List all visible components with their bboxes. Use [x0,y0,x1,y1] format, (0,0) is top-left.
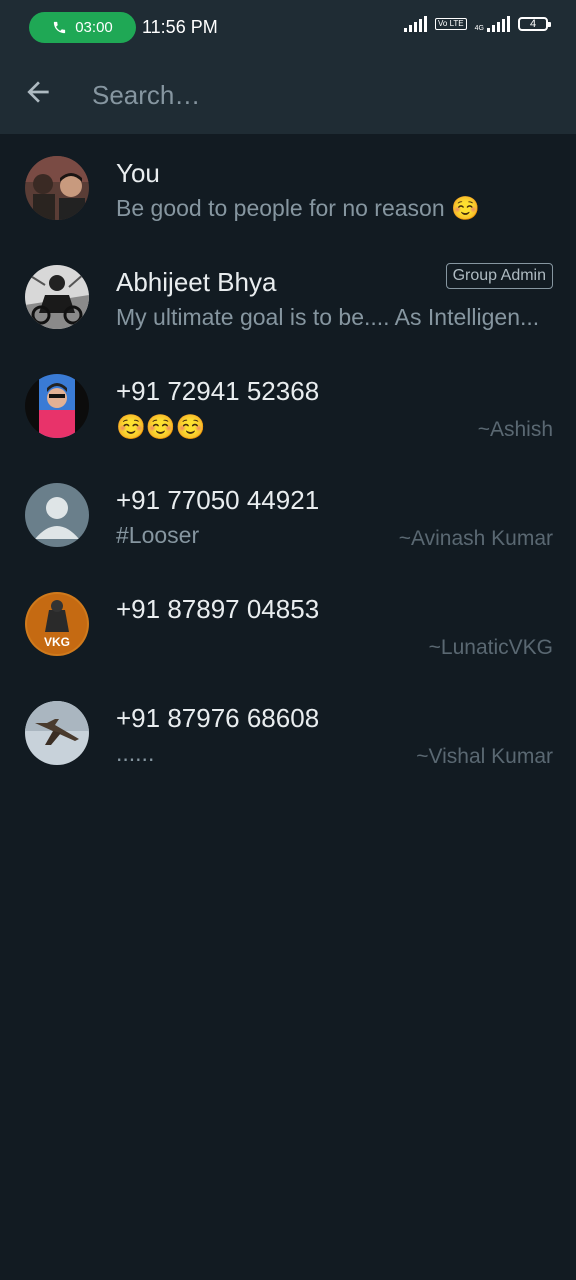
search-app-bar [0,56,576,134]
participant-name: You [116,158,160,188]
participant-row[interactable]: You Be good to people for no reason ☺️ [0,134,576,243]
avatar [25,265,89,329]
status-time: 11:56 PM [142,17,218,37]
participant-row[interactable]: +91 87976 68608 ...... ~Vishal Kumar [0,679,576,788]
phone-icon [54,21,66,34]
signal-strength-icon [404,16,427,32]
default-avatar-icon [25,483,89,547]
participant-row[interactable]: Abhijeet Bhya Group Admin My ultimate go… [0,243,576,352]
network-4g-icon: 4G [475,16,510,32]
back-arrow-icon[interactable] [22,76,54,108]
participant-name: +91 87976 68608 [116,703,320,733]
participant-row[interactable]: +91 77050 44921 #Looser ~Avinash Kumar [0,461,576,570]
participant-about: My ultimate goal is to be.... As Intelli… [116,304,540,330]
participant-about: ...... [116,740,155,766]
participants-list: You Be good to people for no reason ☺️ A… [0,134,576,788]
avatar: VKG [25,592,89,656]
participant-push-name: ~Avinash Kumar [398,527,553,550]
participant-row[interactable]: VKG +91 87897 04853 ~LunaticVKG [0,570,576,679]
participant-row[interactable]: +91 72941 52368 ☺️☺️☺️ ~Ashish [0,352,576,461]
participant-about: #Looser [116,522,200,548]
participant-name: +91 72941 52368 [116,376,320,406]
volte-icon: Vo LTE [435,18,467,30]
participant-push-name: ~Ashish [477,418,553,441]
group-admin-badge: Group Admin [445,263,553,289]
battery-icon: 4 [518,17,551,31]
avatar [25,156,89,220]
status-bar: 03:00 11:56 PM Vo LTE 4G 4 [0,0,576,56]
search-input[interactable] [90,74,534,116]
system-icons: Vo LTE 4G 4 [404,16,551,32]
call-timer: 03:00 [75,19,113,36]
participant-about: Be good to people for no reason ☺️ [116,195,480,221]
avatar [25,701,89,765]
participant-name: +91 77050 44921 [116,485,320,515]
participant-name: +91 87897 04853 [116,594,320,624]
battery-level: 4 [529,18,537,30]
avatar-vkg-text: VKG [44,635,70,649]
participant-about: ☺️☺️☺️ [116,414,206,441]
participant-name: Abhijeet Bhya [116,267,277,297]
avatar [25,374,89,438]
participant-push-name: ~LunaticVKG [428,636,553,659]
ongoing-call-pill[interactable]: 03:00 [29,12,136,43]
participant-push-name: ~Vishal Kumar [416,745,553,768]
